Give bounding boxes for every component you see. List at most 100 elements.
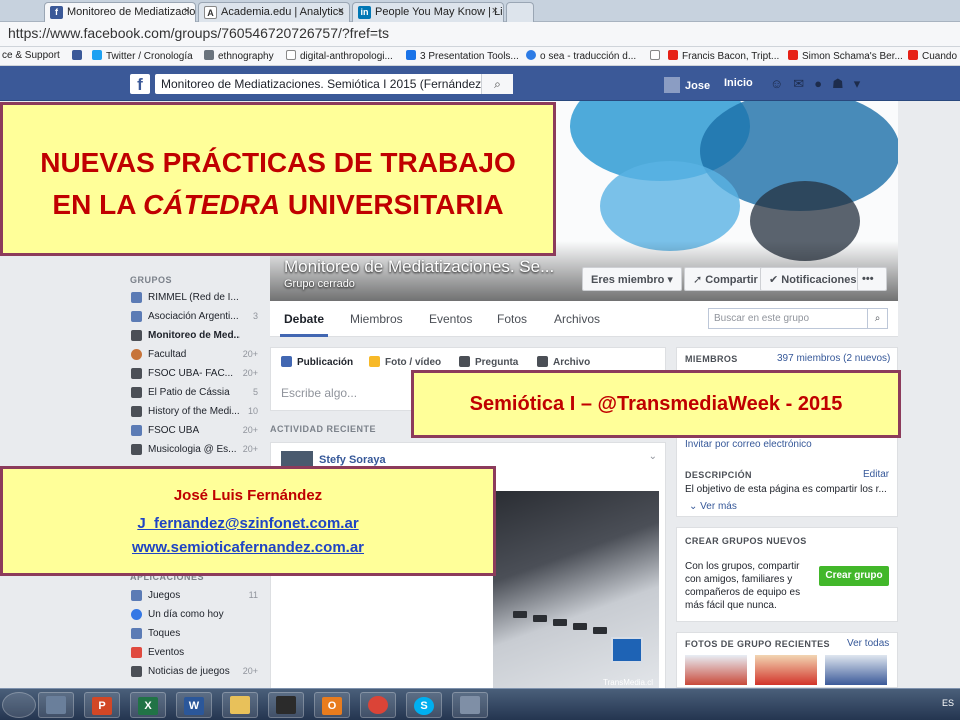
bookmark-item[interactable]: ce & Support bbox=[2, 50, 60, 61]
photo-thumbnail[interactable] bbox=[685, 655, 747, 685]
see-more-link[interactable]: ⌄ Ver más bbox=[689, 501, 737, 512]
tab-academia[interactable]: A Academia.edu | Analytics × bbox=[198, 2, 350, 22]
sidebar-item-app[interactable]: Un día como hoy bbox=[128, 607, 260, 623]
sidebar-item-group[interactable]: FSOC UBA 20+ bbox=[128, 423, 260, 439]
address-bar[interactable]: https://www.facebook.com/groups/76054672… bbox=[0, 22, 960, 47]
author-email-link[interactable]: J_fernandez@szinfonet.com.ar bbox=[3, 515, 493, 532]
controller-icon bbox=[131, 666, 142, 677]
tab-publicacion[interactable]: Publicación bbox=[281, 356, 353, 368]
sidebar-item-app[interactable]: Juegos 11 bbox=[128, 588, 260, 604]
share-button[interactable]: ➚ Compartir bbox=[684, 267, 767, 291]
globe-icon[interactable]: ● bbox=[814, 76, 832, 91]
group-search-input[interactable]: Buscar en este grupo ⌕ bbox=[708, 308, 888, 329]
tab-pregunta[interactable]: Pregunta bbox=[459, 356, 518, 368]
more-button[interactable]: ••• bbox=[857, 267, 887, 291]
tab-facebook[interactable]: f Monitoreo de Mediatizacio × bbox=[44, 2, 196, 22]
home-link[interactable]: Inicio bbox=[724, 77, 753, 89]
notifications-button[interactable]: ✔ Notificaciones bbox=[760, 267, 866, 291]
facebook-search-input[interactable]: Monitoreo de Mediatizaciones. Semiótica … bbox=[155, 74, 513, 94]
sidebar-item-group[interactable]: El Patio de Cássia 5 bbox=[128, 385, 260, 401]
close-icon[interactable]: × bbox=[338, 5, 344, 17]
see-all-photos-link[interactable]: Ver todas bbox=[847, 638, 889, 649]
sidebar-item-group[interactable]: FSOC UBA- FAC... 20+ bbox=[128, 366, 260, 382]
create-group-button[interactable]: Crear grupo bbox=[819, 566, 889, 586]
sidebar-item-group[interactable]: Asociación Argenti... 3 bbox=[128, 309, 260, 325]
sidebar-item-app[interactable]: Noticias de juegos 20+ bbox=[128, 664, 260, 680]
search-placeholder: Buscar en este grupo bbox=[714, 313, 810, 324]
profile-link[interactable]: Jose bbox=[664, 77, 710, 93]
taskbar-explorer[interactable] bbox=[38, 692, 74, 718]
photo-thumbnail[interactable] bbox=[825, 655, 887, 685]
author-website-link[interactable]: www.semioticafernandez.com.ar bbox=[3, 539, 493, 556]
close-icon[interactable]: × bbox=[184, 5, 190, 17]
privacy-icon[interactable]: ☗ bbox=[832, 76, 854, 91]
bookmark-label: Francis Bacon, Tript... bbox=[682, 51, 780, 62]
browser-tab-strip: f Monitoreo de Mediatizacio × A Academia… bbox=[0, 0, 960, 22]
facebook-logo[interactable]: f bbox=[130, 74, 150, 94]
new-tab-button[interactable] bbox=[506, 2, 534, 22]
messages-icon[interactable]: ✉ bbox=[793, 76, 814, 91]
taskbar-excel[interactable]: X bbox=[130, 692, 166, 718]
taskbar-app[interactable] bbox=[452, 692, 488, 718]
members-count-link[interactable]: 397 miembros (2 nuevos) bbox=[777, 353, 890, 364]
taskbar-powerpoint[interactable]: P bbox=[84, 692, 120, 718]
composer-tab-label: Foto / vídeo bbox=[385, 357, 442, 368]
cover-graphic bbox=[600, 161, 740, 251]
taskbar-word[interactable]: W bbox=[176, 692, 212, 718]
group-name[interactable]: Monitoreo de Mediatizaciones. Se... bbox=[284, 257, 554, 277]
member-button[interactable]: Eres miembro ▾ bbox=[582, 267, 682, 291]
bookmark-item[interactable]: 3 Presentation Tools... bbox=[406, 50, 519, 62]
bookmark-item[interactable] bbox=[72, 50, 86, 62]
tab-fotos[interactable]: Fotos bbox=[497, 312, 527, 326]
tab-archivo[interactable]: Archivo bbox=[537, 356, 590, 368]
taskbar-folder[interactable] bbox=[222, 692, 258, 718]
sidebar-item-app[interactable]: Eventos bbox=[128, 645, 260, 661]
bookmark-item[interactable] bbox=[650, 50, 664, 62]
invite-link[interactable]: Invitar por correo electrónico bbox=[685, 439, 812, 450]
post-photo[interactable]: TransMedia.cl bbox=[493, 491, 659, 691]
sidebar-item-group[interactable]: Monitoreo de Med... bbox=[128, 328, 260, 344]
close-icon[interactable]: × bbox=[492, 5, 498, 17]
tab-linkedin[interactable]: in People You May Know | Li × bbox=[352, 2, 504, 22]
taskbar-pen[interactable] bbox=[268, 692, 304, 718]
url-text[interactable]: https://www.facebook.com/groups/76054672… bbox=[8, 25, 389, 41]
sidebar-item-group[interactable]: History of the Medi... 10 bbox=[128, 404, 260, 420]
taskbar-outlook[interactable]: O bbox=[314, 692, 350, 718]
tab-foto-video[interactable]: Foto / vídeo bbox=[369, 356, 441, 368]
window-icon bbox=[46, 696, 66, 714]
sidebar-item-group[interactable]: Musicologia @ Es... 20+ bbox=[128, 442, 260, 458]
bookmarks-bar: ce & Support Twitter / Cronología ethnog… bbox=[0, 47, 960, 66]
bookmark-item[interactable]: o sea - traducción d... bbox=[526, 50, 636, 62]
academia-icon: A bbox=[204, 6, 217, 19]
post-author[interactable]: Stefy Soraya bbox=[319, 454, 386, 466]
bookmark-item[interactable]: Cuando bbox=[908, 50, 957, 62]
tab-archivos[interactable]: Archivos bbox=[554, 312, 600, 326]
bookmark-item[interactable]: Twitter / Cronología bbox=[92, 50, 193, 62]
start-button[interactable] bbox=[2, 692, 36, 718]
tab-debate[interactable]: Debate bbox=[279, 312, 329, 337]
sidebar-item-app[interactable]: Toques bbox=[128, 626, 260, 642]
bookmark-item[interactable]: Simon Schama's Ber... bbox=[788, 50, 903, 62]
bookmark-item[interactable]: ethnography bbox=[204, 50, 274, 62]
facebook-icon bbox=[72, 50, 82, 60]
composer-input[interactable]: Escribe algo... bbox=[281, 386, 357, 400]
facebook-icon: f bbox=[50, 6, 63, 19]
search-icon[interactable]: ⌕ bbox=[867, 309, 887, 328]
sidebar-item-count: 20+ bbox=[242, 666, 258, 676]
taskbar-chrome[interactable] bbox=[360, 692, 396, 718]
tab-eventos[interactable]: Eventos bbox=[429, 312, 472, 326]
chevron-down-icon[interactable]: ⌄ bbox=[649, 451, 657, 462]
photo-thumbnail[interactable] bbox=[755, 655, 817, 685]
taskbar-skype[interactable]: S bbox=[406, 692, 442, 718]
sidebar-item-group[interactable]: RIMMEL (Red de I... bbox=[128, 290, 260, 306]
friends-icon[interactable]: ☺ bbox=[770, 76, 793, 91]
notification-icons[interactable]: ☺✉●☗▾ bbox=[770, 76, 870, 92]
tab-miembros[interactable]: Miembros bbox=[350, 312, 403, 326]
chevron-down-icon[interactable]: ▾ bbox=[854, 76, 871, 91]
language-indicator[interactable]: ES bbox=[942, 698, 954, 708]
edit-description-link[interactable]: Editar bbox=[863, 469, 889, 480]
sidebar-item-group[interactable]: Facultad 20+ bbox=[128, 347, 260, 363]
search-icon[interactable]: ⌕ bbox=[481, 74, 513, 94]
bookmark-item[interactable]: Francis Bacon, Tript... bbox=[668, 50, 779, 62]
bookmark-item[interactable]: digital-anthropologi... bbox=[286, 50, 393, 62]
